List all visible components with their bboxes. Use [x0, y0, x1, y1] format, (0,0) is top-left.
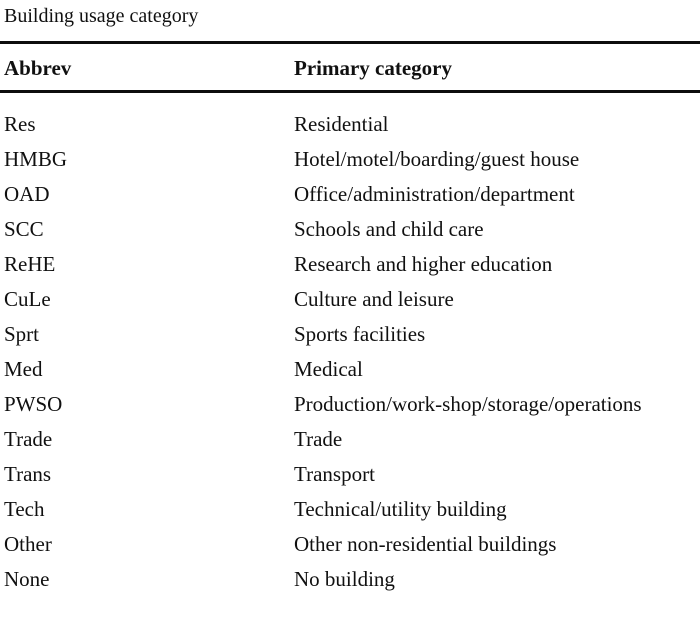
cell-primary-category: Culture and leisure: [294, 287, 454, 311]
table-row: Trans Transport: [0, 457, 700, 492]
table-row: Tech Technical/utility building: [0, 492, 700, 527]
cell-primary-category: Sports facilities: [294, 322, 426, 346]
cell-primary-category: Research and higher education: [294, 252, 553, 276]
cell-primary-category: Trade: [294, 427, 343, 451]
table-row: SCC Schools and child care: [0, 212, 700, 247]
table-row: Trade Trade: [0, 422, 700, 457]
cell-abbrev: Sprt: [4, 322, 40, 346]
cell-abbrev: PWSO: [4, 392, 63, 416]
table-row: CuLe Culture and leisure: [0, 282, 700, 317]
cell-abbrev: Other: [4, 532, 52, 556]
cell-abbrev: Tech: [4, 497, 45, 521]
cell-primary-category: No building: [294, 567, 395, 591]
cell-primary-category: Hotel/motel/boarding/guest house: [294, 147, 580, 171]
cell-primary-category: Production/work-shop/storage/operations: [294, 392, 642, 416]
column-header-primary-category: Primary category: [294, 56, 453, 80]
cell-primary-category: Technical/utility building: [294, 497, 507, 521]
table-page: Building usage category Abbrev Primary c…: [0, 0, 700, 618]
cell-primary-category: Residential: [294, 112, 389, 136]
column-header-abbrev: Abbrev: [4, 56, 72, 80]
cell-abbrev: OAD: [4, 182, 50, 206]
cell-primary-category: Schools and child care: [294, 217, 484, 241]
cell-abbrev: SCC: [4, 217, 44, 241]
table-row: Other Other non-residential buildings: [0, 527, 700, 562]
cell-abbrev: HMBG: [4, 147, 68, 171]
table-header-rule: [0, 90, 700, 93]
cell-abbrev: Res: [4, 112, 36, 136]
cell-abbrev: Med: [4, 357, 43, 381]
table-row: HMBG Hotel/motel/boarding/guest house: [0, 142, 700, 177]
table-row: None No building: [0, 562, 700, 597]
table-row: Res Residential: [0, 107, 700, 142]
cell-primary-category: Medical: [294, 357, 363, 381]
cell-abbrev: CuLe: [4, 287, 51, 311]
table-row: OAD Office/administration/department: [0, 177, 700, 212]
table-row: ReHE Research and higher education: [0, 247, 700, 282]
table-top-rule: [0, 41, 700, 44]
table-row: Sprt Sports facilities: [0, 317, 700, 352]
table-header-row: Abbrev Primary category: [0, 51, 700, 86]
table-row: Med Medical: [0, 352, 700, 387]
table-row: PWSO Production/work-shop/storage/operati…: [0, 387, 700, 422]
cell-abbrev: Trade: [4, 427, 53, 451]
cell-abbrev: None: [4, 567, 50, 591]
cell-abbrev: ReHE: [4, 252, 56, 276]
cell-primary-category: Other non-residential buildings: [294, 532, 557, 556]
table-caption: Building usage category: [4, 5, 199, 27]
cell-primary-category: Office/administration/department: [294, 182, 575, 206]
cell-primary-category: Transport: [294, 462, 375, 486]
cell-abbrev: Trans: [4, 462, 52, 486]
